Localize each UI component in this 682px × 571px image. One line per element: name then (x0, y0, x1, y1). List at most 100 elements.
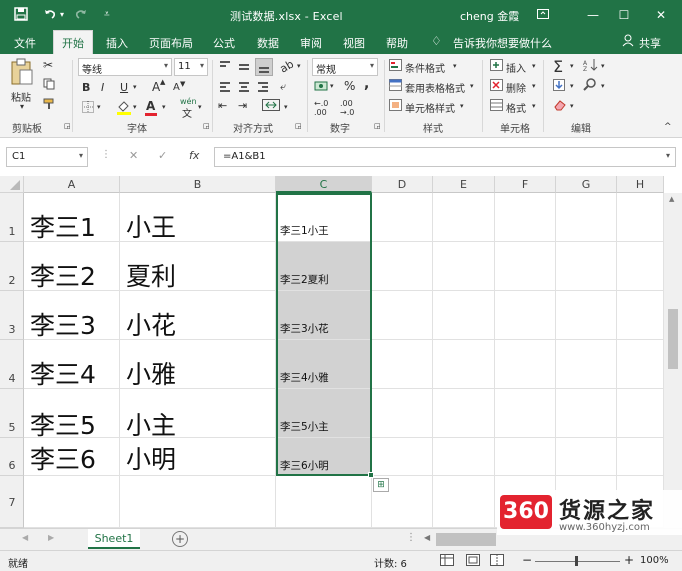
cell-f4[interactable] (495, 340, 556, 389)
cell-c1[interactable]: 李三1小王 (276, 193, 372, 242)
find-select-icon[interactable] (583, 78, 597, 95)
cell-style-icon[interactable] (389, 99, 402, 114)
cell-h3[interactable] (617, 291, 664, 340)
paste-icon[interactable] (10, 58, 34, 89)
ribbon-display-icon[interactable] (532, 5, 554, 25)
column-header-f[interactable]: F (495, 176, 556, 193)
cell-f2[interactable] (495, 242, 556, 291)
align-middle-icon[interactable] (237, 60, 251, 74)
sort-dropdown-icon[interactable]: ▾ (601, 62, 605, 70)
cell-c7[interactable] (276, 476, 372, 528)
cell-e3[interactable] (433, 291, 495, 340)
cell-d6[interactable] (372, 438, 433, 476)
tab-file[interactable]: 文件 (14, 35, 36, 51)
row-header-7[interactable]: 7 (0, 476, 24, 528)
clear-icon[interactable] (553, 99, 567, 114)
tab-page-layout[interactable]: 页面布局 (149, 35, 193, 51)
tab-help[interactable]: 帮助 (386, 35, 408, 51)
column-header-d[interactable]: D (372, 176, 433, 193)
accounting-dropdown-icon[interactable]: ▾ (330, 82, 334, 90)
cell-a4[interactable]: 李三4 (24, 340, 120, 389)
format-painter-icon[interactable] (43, 98, 55, 113)
number-launcher-icon[interactable]: ◲ (374, 122, 381, 130)
row-header-1[interactable]: 1 (0, 193, 24, 242)
scroll-tabs-right-icon[interactable]: ▶ (48, 533, 54, 542)
conditional-format-dropdown-icon[interactable]: ▾ (453, 62, 457, 70)
cell-a6[interactable]: 李三6 (24, 438, 120, 476)
wrap-text-icon[interactable]: ⤶ (280, 80, 286, 94)
quick-analysis-icon[interactable]: ⊞ (373, 478, 389, 492)
fill-color-icon[interactable] (116, 99, 132, 118)
decrease-indent-icon[interactable]: ⇤ (218, 99, 227, 112)
borders-icon[interactable] (82, 101, 94, 116)
name-box[interactable]: C1 ▾ (6, 147, 88, 167)
align-top-icon[interactable] (218, 60, 232, 74)
tab-review[interactable]: 审阅 (300, 35, 322, 51)
cell-c4[interactable]: 李三4小雅 (276, 340, 372, 389)
cell-g2[interactable] (556, 242, 617, 291)
orientation-dropdown-icon[interactable]: ▾ (297, 62, 301, 70)
cell-a1[interactable]: 李三1 (24, 193, 120, 242)
column-header-g[interactable]: G (556, 176, 617, 193)
column-header-c[interactable]: C (276, 176, 372, 193)
underline-button[interactable]: U (120, 81, 128, 94)
cell-style-dropdown-icon[interactable]: ▾ (460, 102, 464, 110)
row-header-5[interactable]: 5 (0, 389, 24, 438)
cell-f3[interactable] (495, 291, 556, 340)
percent-button[interactable]: % (344, 79, 355, 93)
sheet-tab-sheet1[interactable]: Sheet1 (88, 529, 140, 549)
tab-formulas[interactable]: 公式 (213, 35, 235, 51)
table-format-button[interactable]: 套用表格格式 (405, 80, 465, 95)
orientation-icon[interactable]: ab (278, 57, 296, 75)
decrease-decimal-icon[interactable]: .00 →.0 (340, 99, 354, 117)
worksheet-grid[interactable]: A B C D E F G H 1 李三1 小王 李三1小王 2 李三2 夏利 … (0, 176, 682, 528)
shrink-font-button[interactable]: A (173, 82, 180, 93)
undo-dropdown-icon[interactable]: ▾ (60, 10, 64, 19)
cell-c6[interactable]: 李三6小明 (276, 438, 372, 476)
increase-decimal-icon[interactable]: ←.0.00 (314, 99, 328, 117)
align-right-icon[interactable] (256, 80, 270, 94)
scroll-left-icon[interactable]: ◀ (424, 533, 430, 542)
align-center-icon[interactable] (237, 80, 251, 94)
autosum-button[interactable]: Σ (553, 57, 563, 76)
font-launcher-icon[interactable]: ◲ (203, 122, 210, 130)
font-color-dropdown-icon[interactable]: ▾ (162, 103, 166, 111)
row-header-2[interactable]: 2 (0, 242, 24, 291)
copy-icon[interactable] (43, 78, 55, 93)
underline-dropdown-icon[interactable]: ▾ (133, 83, 137, 91)
cell-style-button[interactable]: 单元格样式 (405, 100, 455, 115)
row-header-6[interactable]: 6 (0, 438, 24, 476)
cut-icon[interactable]: ✂ (43, 58, 53, 72)
select-all-button[interactable] (0, 176, 24, 193)
cell-e2[interactable] (433, 242, 495, 291)
insert-dropdown-icon[interactable]: ▾ (532, 62, 536, 70)
insert-function-button[interactable]: fx (189, 149, 199, 162)
formula-input[interactable]: =A1&B1 ▾ (214, 147, 676, 167)
conditional-format-button[interactable]: 条件格式 (405, 60, 445, 75)
cell-b3[interactable]: 小花 (120, 291, 276, 340)
font-color-icon[interactable]: A (146, 99, 155, 113)
column-header-a[interactable]: A (24, 176, 120, 193)
zoom-in-button[interactable]: + (624, 553, 634, 567)
cell-g4[interactable] (556, 340, 617, 389)
cell-a3[interactable]: 李三3 (24, 291, 120, 340)
cell-c5[interactable]: 李三5小主 (276, 389, 372, 438)
cell-e7[interactable] (433, 476, 495, 528)
save-icon[interactable] (14, 7, 28, 25)
cell-g6[interactable] (556, 438, 617, 476)
cell-d1[interactable] (372, 193, 433, 242)
cell-b1[interactable]: 小王 (120, 193, 276, 242)
share-button[interactable]: 共享 (639, 35, 661, 51)
find-dropdown-icon[interactable]: ▾ (601, 82, 605, 90)
zoom-level[interactable]: 100% (640, 555, 669, 566)
expand-formula-icon[interactable]: ▾ (666, 151, 670, 160)
merge-dropdown-icon[interactable]: ▾ (284, 103, 288, 111)
cell-e5[interactable] (433, 389, 495, 438)
number-format-select[interactable]: 常规 ▾ (312, 58, 378, 76)
font-name-select[interactable]: 等线 ▾ (78, 58, 172, 76)
maximize-icon[interactable]: ☐ (613, 5, 635, 25)
vertical-scroll-thumb[interactable] (668, 309, 678, 369)
increase-indent-icon[interactable]: ⇥ (238, 99, 247, 112)
scroll-up-icon[interactable]: ▲ (669, 195, 674, 203)
tell-me-search[interactable]: 告诉我你想要做什么 (453, 35, 552, 51)
